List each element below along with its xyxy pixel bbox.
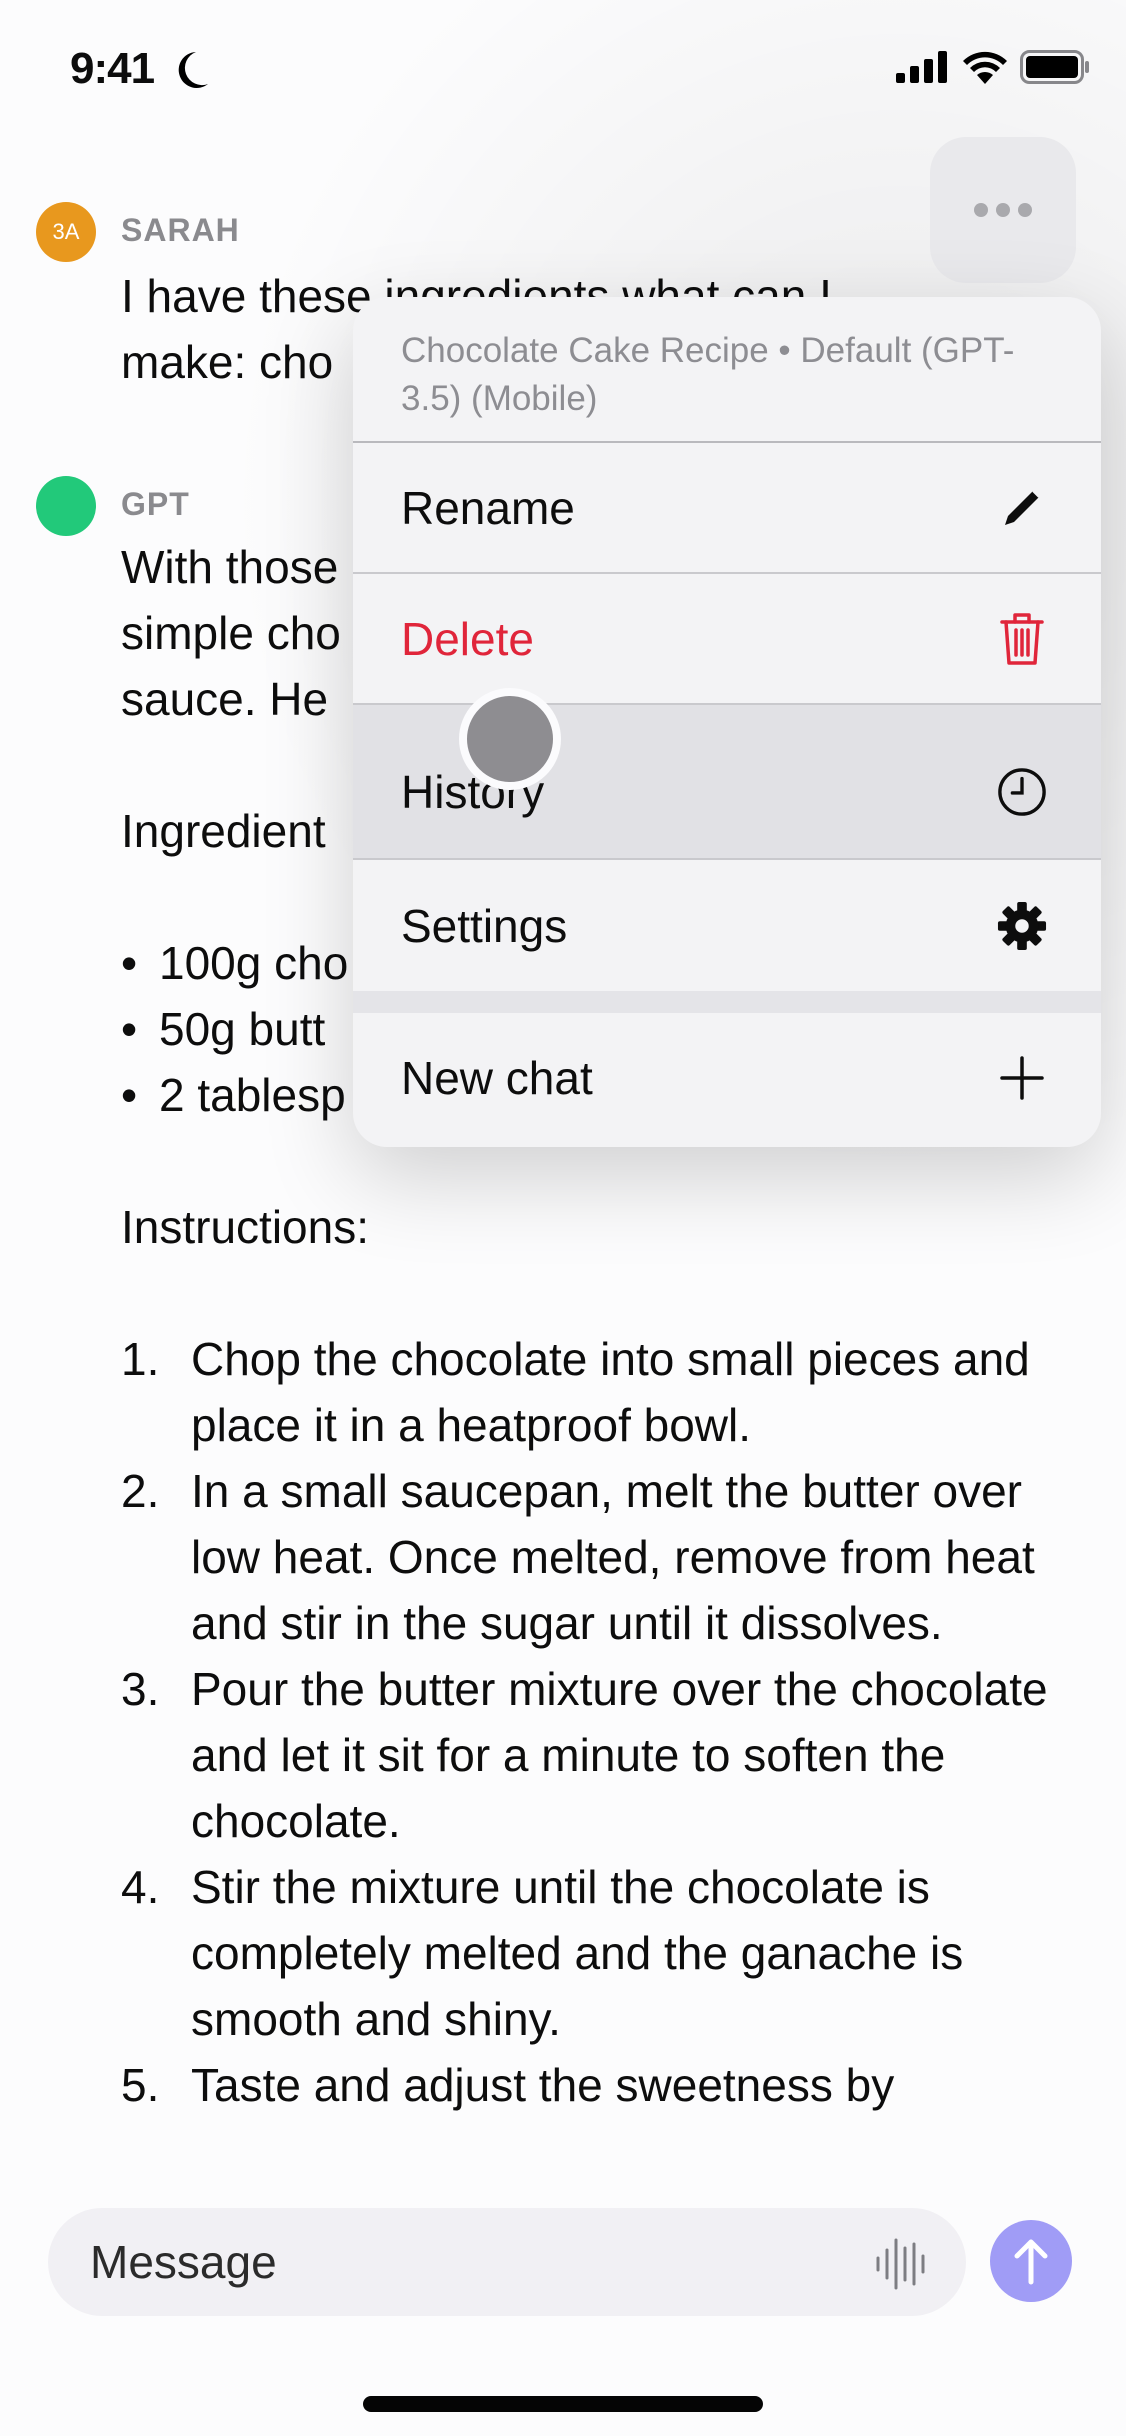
step-text: Taste and adjust the sweetness by	[191, 2059, 895, 2111]
step-text: In a small saucepan, melt the butter ove…	[191, 1465, 1035, 1649]
touch-indicator	[459, 688, 561, 790]
message-input[interactable]	[90, 2230, 850, 2294]
menu-header: Chocolate Cake Recipe • Default (GPT-3.5…	[353, 297, 1101, 443]
menu-separator	[353, 991, 1101, 1013]
sender-name: SARAH	[121, 212, 240, 248]
step-text: Pour the butter mixture over the chocola…	[191, 1663, 1048, 1847]
plus-icon	[997, 1053, 1047, 1103]
step-text: Chop the chocolate into small pieces and…	[191, 1333, 1030, 1451]
gpt-avatar	[36, 476, 96, 536]
instruction-step: 5. Taste and adjust the sweetness by	[121, 2052, 1061, 2118]
moon-icon	[178, 52, 208, 88]
user-avatar: 3A	[36, 202, 96, 262]
signal-icon	[896, 51, 947, 83]
send-button[interactable]	[990, 2220, 1072, 2302]
menu-item-label: Delete	[401, 612, 534, 665]
pencil-icon	[997, 483, 1047, 533]
waveform-icon[interactable]	[874, 2236, 930, 2292]
ellipsis-icon	[974, 203, 1032, 217]
menu-item-new-chat[interactable]: New chat	[353, 1013, 1101, 1143]
trash-icon	[997, 612, 1047, 665]
arrow-up-icon	[1014, 2239, 1048, 2285]
gear-icon	[997, 901, 1047, 951]
more-options-button[interactable]	[930, 137, 1076, 283]
clock-icon	[997, 767, 1047, 817]
step-text: Stir the mixture until the chocolate is …	[191, 1861, 964, 2045]
step-number: 5.	[121, 2059, 160, 2111]
step-number: 3.	[121, 1663, 160, 1715]
menu-item-label: Settings	[401, 899, 568, 952]
step-number: 4.	[121, 1861, 160, 1913]
step-number: 1.	[121, 1333, 160, 1385]
instruction-step: 3. Pour the butter mixture over the choco…	[121, 1656, 1061, 1854]
ingredient-text: 50g butt	[159, 1003, 326, 1055]
step-number: 2.	[121, 1465, 160, 1517]
menu-item-rename[interactable]: Rename	[353, 443, 1101, 574]
instruction-step: 2. In a small saucepan, melt the butter o…	[121, 1458, 1061, 1656]
battery-icon	[1020, 50, 1089, 84]
instruction-step: 1. Chop the chocolate into small pieces a…	[121, 1326, 1061, 1458]
home-indicator[interactable]	[363, 2396, 763, 2412]
wifi-icon	[963, 51, 1007, 84]
menu-item-label: Rename	[401, 481, 575, 534]
ingredient-text: 2 tablesp	[159, 1069, 346, 1121]
menu-item-delete[interactable]: Delete	[353, 574, 1101, 705]
sender-name: GPT	[121, 486, 190, 522]
message-composer	[48, 2208, 966, 2316]
instruction-step: 4. Stir the mixture until the chocolate i…	[121, 1854, 1061, 2052]
menu-item-label: New chat	[401, 1052, 593, 1104]
status-time: 9:41	[70, 44, 155, 93]
status-bar: 9:41	[0, 0, 1126, 140]
ingredient-text: 100g cho	[159, 937, 349, 989]
menu-item-settings[interactable]: Settings	[353, 860, 1101, 991]
instructions-heading: Instructions:	[121, 1201, 369, 1253]
